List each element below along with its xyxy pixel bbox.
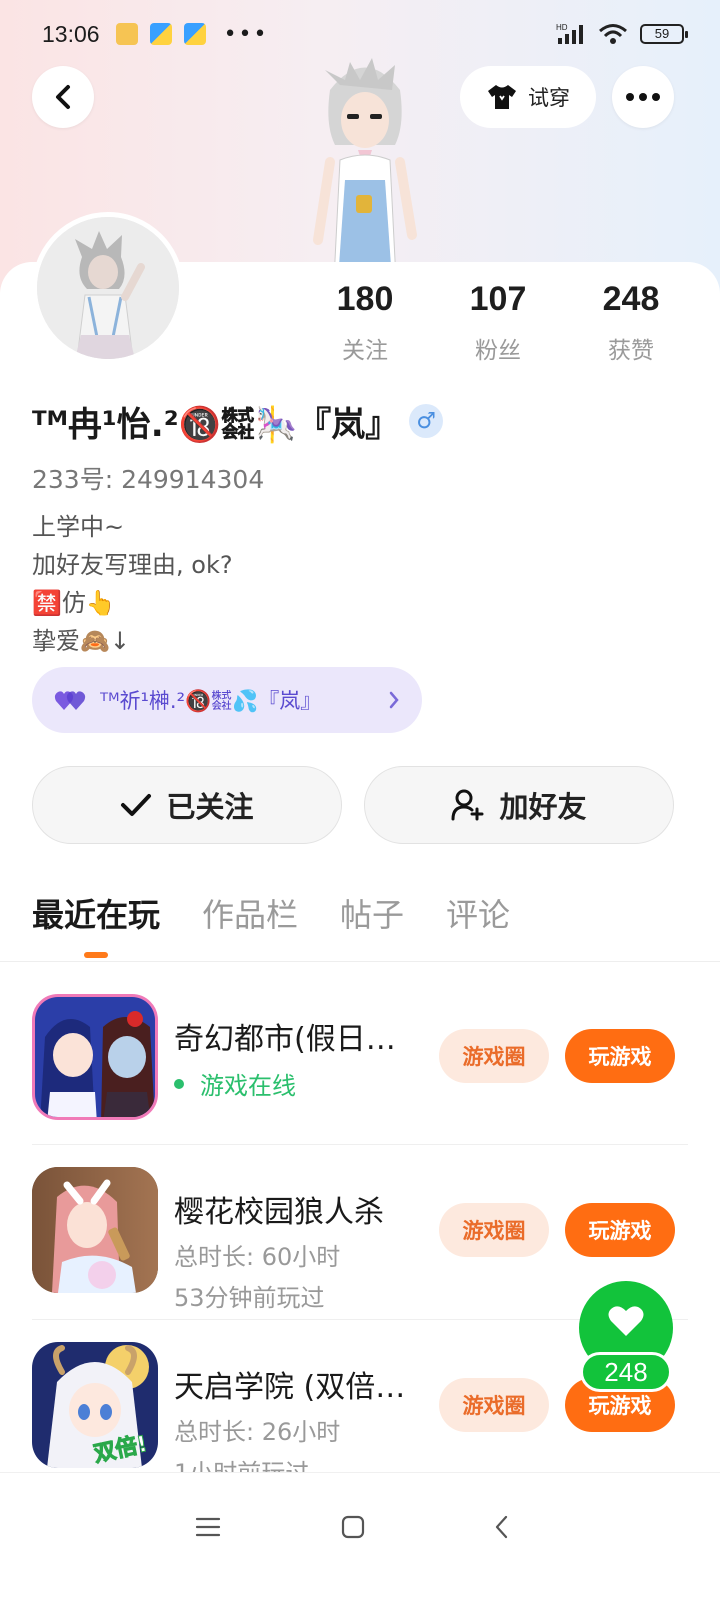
back-nav-button[interactable]	[482, 1507, 522, 1547]
like-count-badge: 248	[580, 1352, 672, 1392]
followers-count: 107	[469, 280, 527, 318]
game-circle-button[interactable]: 游戏圈	[439, 1029, 549, 1083]
notification-app-icon	[149, 23, 172, 45]
play-game-button[interactable]: 玩游戏	[565, 1029, 675, 1083]
avatar[interactable]	[32, 212, 184, 364]
back-arrow-icon	[495, 1515, 508, 1539]
followed-button[interactable]: 已关注	[32, 766, 342, 844]
game-title: 奇幻都市(假日…	[174, 1022, 396, 1057]
avatar-character-image	[37, 217, 179, 359]
likes-count: 248	[602, 280, 660, 318]
back-button[interactable]	[32, 66, 94, 128]
heart-icon	[608, 1306, 644, 1336]
more-notifications-icon: •••	[223, 21, 269, 47]
signal-hd-label: HD	[556, 23, 568, 32]
game-art: 双倍!	[32, 1342, 158, 1468]
cp-name: ᵀᴹ祈¹榊.²🔞㍿💦『岚』	[100, 689, 322, 713]
nickname-row: ᵀᴹ冉¹怡.²🔞㍿🎠『岚』 ♂	[32, 396, 444, 446]
home-square-icon	[341, 1515, 365, 1539]
tshirt-icon	[488, 85, 516, 109]
system-nav-bar	[0, 1472, 720, 1600]
bio-line: 加好友写理由, ok?	[32, 551, 233, 579]
online-status: 游戏在线	[174, 1066, 296, 1101]
double-heart-icon	[54, 691, 86, 710]
add-user-icon	[451, 789, 484, 821]
game-title: 天启学院 (双倍…	[174, 1370, 406, 1405]
chevron-right-icon	[389, 691, 399, 709]
character-figure	[313, 58, 417, 280]
game-row[interactable]: 樱花校园狼人杀 总时长: 60小时 53分钟前玩过 游戏圈 玩游戏	[32, 1144, 688, 1317]
following-label: 关注	[342, 338, 388, 364]
game-playtime: 总时长: 26小时	[174, 1418, 341, 1446]
game-title: 樱花校园狼人杀	[174, 1195, 384, 1230]
online-dot-icon	[174, 1078, 184, 1089]
game-circle-button[interactable]: 游戏圈	[439, 1378, 549, 1432]
likes-stat[interactable]: 248 获赞	[566, 280, 696, 365]
try-on-button[interactable]: 试穿	[460, 66, 596, 128]
menu-icon	[195, 1517, 221, 1537]
add-friend-label: 加好友	[499, 790, 587, 824]
profile-tabs: 最近在玩 作品栏 帖子 评论	[32, 890, 510, 958]
status-time: 13:06	[42, 20, 100, 47]
user-id[interactable]: 233号: 249914304	[32, 460, 264, 496]
following-stat[interactable]: 180 关注	[300, 280, 430, 365]
male-gender-icon: ♂	[409, 404, 444, 438]
notification-app-icon	[115, 23, 138, 45]
bio-line: 🈲仿👆	[32, 589, 116, 617]
home-nav-button[interactable]	[333, 1507, 373, 1547]
online-status-label: 游戏在线	[200, 1072, 296, 1100]
profile-stats: 180 关注 107 粉丝 248 获赞	[300, 280, 700, 370]
check-icon	[121, 794, 152, 816]
tab-posts[interactable]: 帖子	[340, 890, 404, 958]
tabs-divider	[0, 961, 720, 962]
bio-line: 挚爱🙈↓	[32, 627, 130, 655]
wifi-icon	[599, 24, 627, 44]
battery-icon: 59	[640, 24, 688, 44]
nickname: ᵀᴹ冉¹怡.²🔞㍿🎠『岚』	[32, 404, 400, 445]
bio-line: 上学中~	[32, 513, 125, 541]
menu-nav-button[interactable]	[188, 1507, 228, 1547]
game-icon[interactable]	[32, 994, 158, 1120]
game-art	[32, 1167, 158, 1293]
game-icon[interactable]: 双倍!	[32, 1342, 158, 1468]
add-friend-button[interactable]: 加好友	[364, 766, 674, 844]
chevron-left-icon	[56, 85, 70, 109]
likes-label: 获赞	[608, 338, 654, 364]
more-dots-icon	[626, 93, 660, 101]
bio: 上学中~ 加好友写理由, ok? 🈲仿👆 挚爱🙈↓	[32, 508, 233, 660]
followers-label: 粉丝	[475, 338, 521, 364]
play-game-button[interactable]: 玩游戏	[565, 1203, 675, 1257]
game-icon[interactable]	[32, 1167, 158, 1293]
game-art	[35, 997, 155, 1117]
game-row[interactable]: 奇幻都市(假日… 游戏在线 游戏圈 玩游戏	[32, 994, 688, 1144]
notification-app-icon	[183, 23, 206, 45]
following-count: 180	[336, 280, 394, 318]
game-playtime: 总时长: 60小时	[174, 1243, 341, 1271]
tab-comments[interactable]: 评论	[446, 890, 510, 958]
tab-recently-played[interactable]: 最近在玩	[32, 890, 160, 958]
status-bar: 13:06 ••• HD 59	[0, 0, 720, 68]
followers-stat[interactable]: 107 粉丝	[433, 280, 563, 365]
tab-works[interactable]: 作品栏	[202, 890, 298, 958]
more-button[interactable]	[612, 66, 674, 128]
followed-label: 已关注	[166, 790, 254, 824]
game-last-played: 53分钟前玩过	[174, 1284, 325, 1312]
signal-icon: HD	[556, 23, 583, 44]
cp-relationship-chip[interactable]: ᵀᴹ祈¹榊.²🔞㍿💦『岚』	[32, 667, 422, 733]
game-circle-button[interactable]: 游戏圈	[439, 1203, 549, 1257]
try-on-label: 试穿	[528, 86, 570, 110]
